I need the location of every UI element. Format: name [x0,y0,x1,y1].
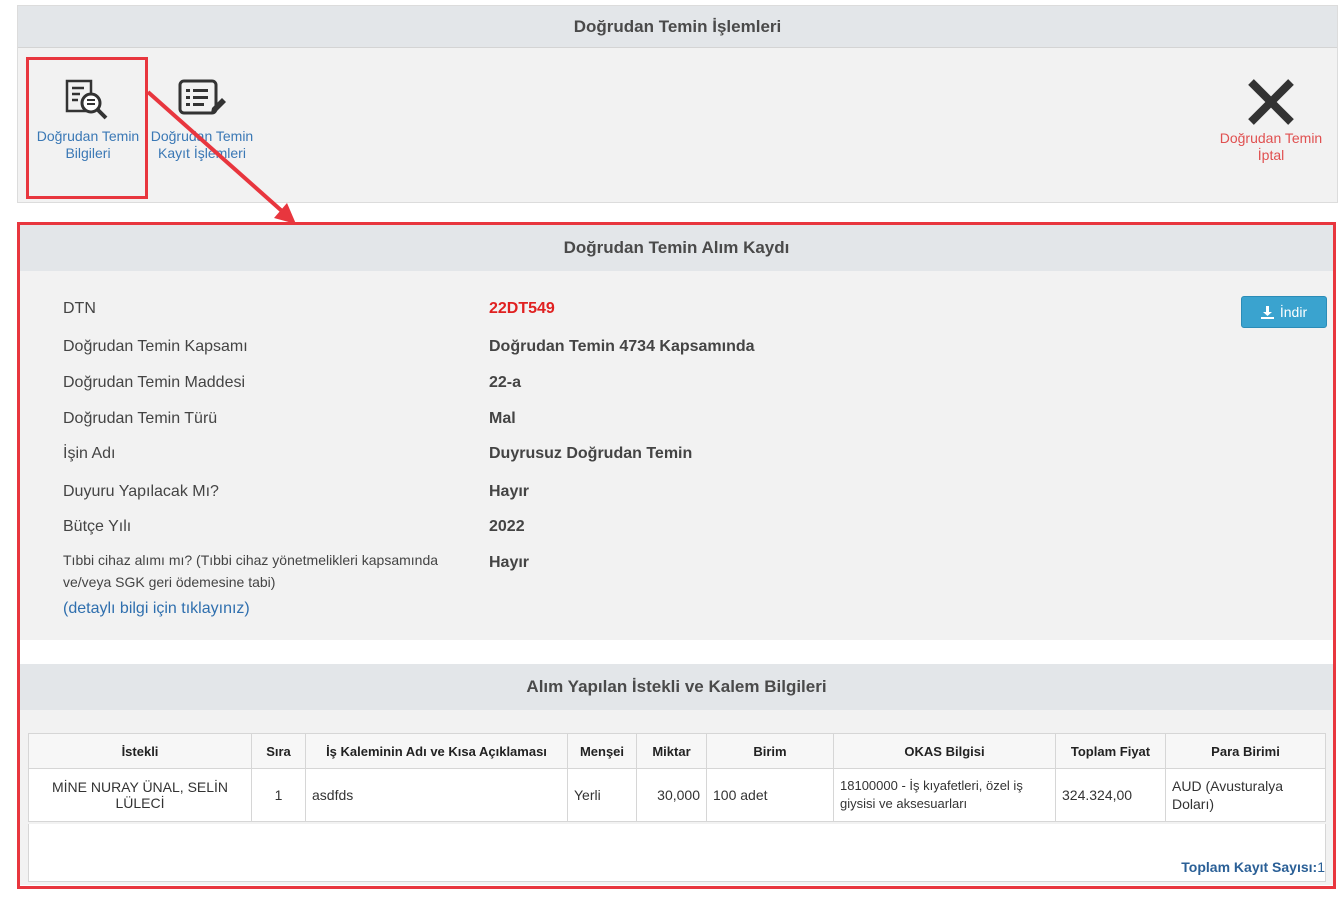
close-icon [1248,79,1294,125]
tool-dt-records[interactable]: Doğrudan Temin Kayıt İşlemleri [146,78,258,162]
top-panel-title: Doğrudan Temin İşlemleri [18,6,1337,48]
tool-dt-records-label-1: Doğrudan Temin [150,128,254,144]
highlight-box-record [17,222,1336,889]
tool-dt-cancel-label-2: İptal [1257,147,1285,163]
tool-dt-cancel[interactable]: Doğrudan Temin İptal [1211,78,1331,164]
tool-dt-cancel-label-1: Doğrudan Temin [1219,130,1323,146]
highlight-box-tool [26,57,148,199]
top-panel: Doğrudan Temin İşlemleri Doğrudan Temin … [17,5,1338,203]
tool-dt-records-label-2: Kayıt İşlemleri [158,145,246,161]
list-edit-icon [178,79,226,115]
